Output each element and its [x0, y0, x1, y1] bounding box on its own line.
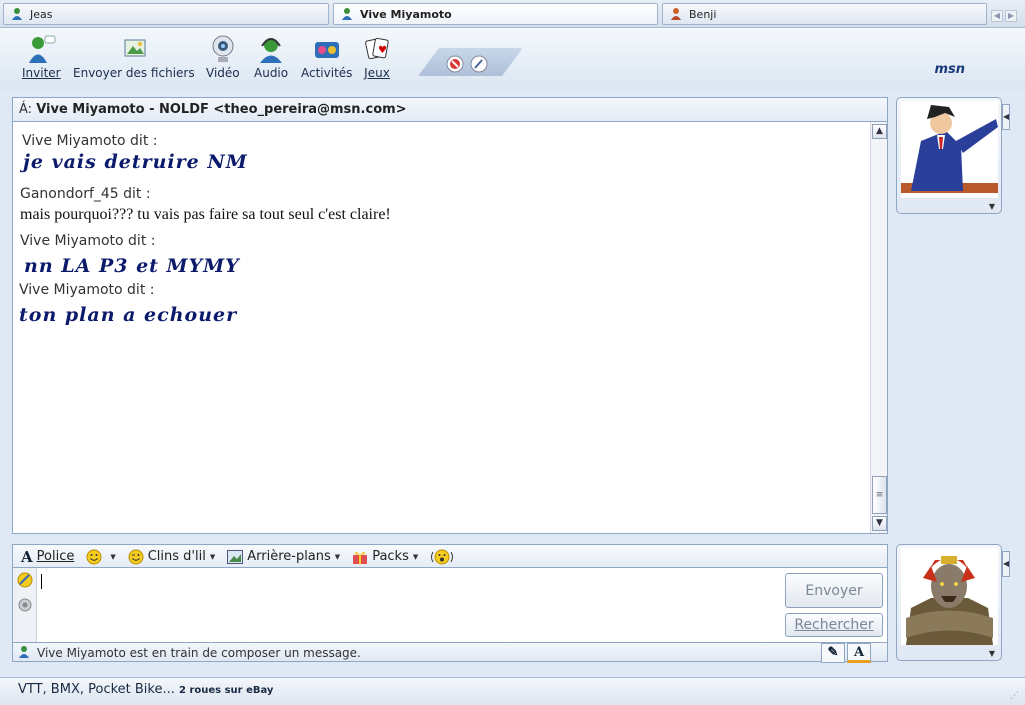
- tab-jeas[interactable]: Jeas: [3, 3, 329, 25]
- input-sidebar: [13, 568, 37, 642]
- avatar-menu-icon[interactable]: ▼: [989, 202, 995, 211]
- input-mode-toggles: ✎ A: [819, 643, 871, 663]
- invite-button[interactable]: Inviter: [22, 34, 61, 80]
- cards-icon: ♥: [365, 37, 389, 60]
- audio-button[interactable]: Audio: [254, 34, 288, 80]
- advertisement-bar[interactable]: VTT, BMX, Pocket Bike... 2 roues sur eBa…: [0, 677, 1025, 705]
- font-icon: A: [21, 547, 33, 566]
- user-avatar-frame[interactable]: ▼: [896, 544, 1002, 661]
- scroll-thumb[interactable]: ≡: [872, 476, 887, 514]
- message-text: ton plan a echouer: [19, 304, 238, 326]
- message-sender: Vive Miyamoto dit :: [20, 233, 156, 249]
- emoticons-button[interactable]: ▼: [86, 549, 116, 565]
- font-button[interactable]: A Police: [21, 548, 74, 566]
- tab-label: Benji: [689, 7, 717, 21]
- to-prefix: Á:: [19, 102, 33, 117]
- message-sender: Vive Miyamoto dit :: [22, 133, 158, 149]
- collapse-panel-icon[interactable]: ◀: [1002, 104, 1010, 130]
- send-files-label: Envoyer des fichiers: [73, 66, 195, 80]
- font-label: Police: [36, 549, 75, 564]
- video-label: Vidéo: [206, 66, 240, 80]
- invite-label: Inviter: [22, 66, 61, 80]
- send-files-button[interactable]: Envoyer des fichiers: [73, 34, 195, 80]
- format-toolbar: A Police ▼ Clins d'lil ▼ Arrière-plans ▼…: [12, 544, 888, 568]
- send-files-icon: [124, 39, 146, 57]
- packs-label: Packs: [372, 549, 409, 564]
- packs-button[interactable]: Packs ▼: [352, 549, 418, 565]
- activities-label: Activités: [301, 66, 353, 80]
- avatar-menu-icon[interactable]: ▼: [989, 649, 995, 658]
- chevron-down-icon: ▼: [110, 552, 116, 561]
- buddy-icon: [342, 8, 352, 20]
- recipient-bar: Á: Vive Miyamoto - NOLDF <theo_pereira@m…: [12, 97, 888, 121]
- resize-grip-icon[interactable]: ⋰: [1010, 691, 1019, 701]
- text-mode-icon[interactable]: A: [847, 643, 871, 663]
- games-button[interactable]: ♥ Jeux: [362, 34, 392, 80]
- message-compose-area[interactable]: Envoyer Rechercher: [12, 567, 888, 643]
- chevron-down-icon: ▼: [209, 552, 216, 561]
- user-avatar: [901, 548, 998, 645]
- webcam-icon: [212, 35, 234, 62]
- wink-icon: [128, 549, 144, 564]
- typing-buddy-icon: [19, 646, 29, 658]
- chevron-down-icon: ▼: [412, 552, 419, 561]
- handwriting-mode-icon[interactable]: ✎: [821, 643, 845, 663]
- buddy-icon: [12, 8, 22, 20]
- typing-status-bar: Vive Miyamoto est en train de composer u…: [12, 642, 888, 663]
- send-label: Envoyer: [805, 582, 863, 599]
- msn-logo: msn: [934, 62, 965, 77]
- block-icon[interactable]: [446, 55, 464, 73]
- winks-button[interactable]: Clins d'lil ▼: [128, 549, 216, 565]
- ad-small-text: 2 roues sur eBay: [179, 685, 274, 696]
- smiley-icon: [86, 549, 102, 564]
- search-label: Rechercher: [794, 617, 874, 633]
- gift-icon: [353, 551, 368, 564]
- message-text: je vais detruire NM: [23, 151, 248, 173]
- tab-label: Vive Miyamoto: [360, 7, 452, 21]
- video-button[interactable]: Vidéo: [206, 34, 240, 80]
- message-text: mais pourquoi??? tu vais pas faire sa to…: [20, 206, 391, 223]
- message-text: nn LA P3 et MYMY: [24, 255, 240, 277]
- handwriting-icon[interactable]: [17, 572, 33, 588]
- backgrounds-label: Arrière-plans: [247, 549, 331, 564]
- audio-label: Audio: [254, 66, 289, 80]
- voice-clip-icon[interactable]: [17, 598, 33, 612]
- send-button[interactable]: Envoyer: [785, 573, 883, 608]
- text-cursor: [41, 574, 42, 589]
- conversation-tab-strip: Jeas Vive Miyamoto Benji ◀ ▶: [0, 0, 1025, 28]
- activities-icon: [314, 42, 339, 58]
- tab-scroll-left-icon[interactable]: ◀: [991, 10, 1003, 22]
- tab-label: Jeas: [30, 7, 53, 21]
- tab-benji[interactable]: Benji: [662, 3, 987, 25]
- message-sender: Vive Miyamoto dit :: [19, 282, 155, 298]
- search-button[interactable]: Rechercher: [785, 613, 883, 637]
- activities-button[interactable]: Activités: [301, 34, 352, 80]
- tab-scroll-right-icon[interactable]: ▶: [1005, 10, 1017, 22]
- conversation-scrollbar[interactable]: ▲ ≡ ▼: [870, 122, 887, 533]
- nudge-button[interactable]: [430, 549, 454, 565]
- contact-avatar: [901, 101, 998, 198]
- headset-icon: [260, 38, 283, 63]
- svg-text:♥: ♥: [378, 45, 387, 56]
- winks-label: Clins d'lil: [147, 549, 206, 564]
- chevron-down-icon: ▼: [334, 552, 341, 561]
- paint-icon[interactable]: [470, 55, 488, 73]
- games-label: Jeux: [364, 66, 390, 80]
- tab-vive-miyamoto[interactable]: Vive Miyamoto: [333, 3, 658, 25]
- contact-avatar-frame[interactable]: ▼: [896, 97, 1002, 214]
- backgrounds-button[interactable]: Arrière-plans ▼: [227, 549, 340, 564]
- invite-icon: [29, 35, 56, 63]
- collapse-panel-icon[interactable]: ◀: [1002, 551, 1010, 577]
- buddy-busy-icon: [671, 8, 681, 20]
- message-sender: Ganondorf_45 dit :: [20, 186, 151, 202]
- conversation-history[interactable]: Vive Miyamoto dit : je vais detruire NM …: [12, 121, 888, 534]
- background-image-icon: [227, 549, 244, 564]
- typing-status-text: Vive Miyamoto est en train de composer u…: [37, 646, 361, 660]
- scroll-up-icon[interactable]: ▲: [872, 124, 887, 139]
- recipient-name: Vive Miyamoto - NOLDF <theo_pereira@msn.…: [36, 102, 407, 117]
- ad-main-text: VTT, BMX, Pocket Bike...: [18, 682, 175, 697]
- nudge-icon: [431, 549, 454, 564]
- scroll-down-icon[interactable]: ▼: [872, 516, 887, 531]
